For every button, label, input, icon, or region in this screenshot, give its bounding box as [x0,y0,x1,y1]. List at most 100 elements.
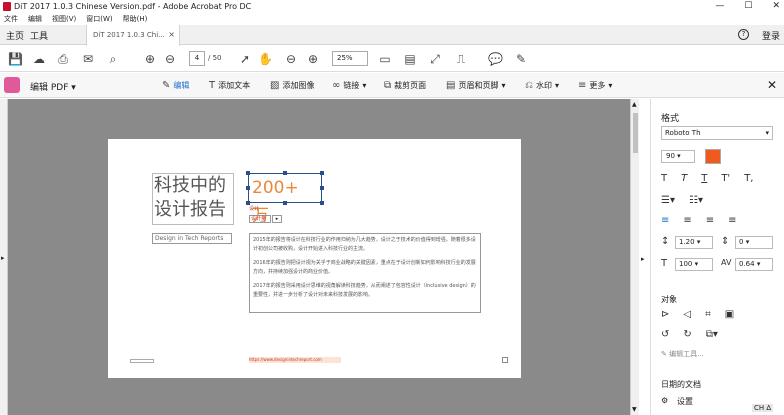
resize-handle[interactable] [246,186,250,190]
close-window-button[interactable]: ✕ [772,0,780,13]
menu-window[interactable]: 窗口(W) [86,13,112,25]
prev-page-icon[interactable]: ⊕ [143,52,157,66]
tag-button[interactable]: ▸ [272,215,282,223]
close-tab-icon[interactable]: × [168,25,175,45]
zoom-out-icon[interactable]: ⊖ [284,52,298,66]
scroll-up-icon[interactable]: ▲ [632,101,637,108]
maximize-button[interactable]: ☐ [744,0,752,13]
flip-vertical-icon[interactable]: ⊳ [661,309,669,320]
font-size-select[interactable]: 90 ▾ [661,150,695,163]
stamp-icon[interactable]: ⎍ [454,52,468,66]
rotate-left-icon[interactable]: ↺ [661,329,669,340]
collapse-right-panel-icon[interactable]: ▸ [641,255,645,263]
bullet-list-icon[interactable]: ☰▾ [661,195,675,206]
char-spacing-select[interactable]: 0.64 ▾ [735,258,773,271]
pdf-page[interactable]: 科技中的 设计报告 200+ 万 设计 设计量 ▸ Design in Tech… [108,139,521,378]
replace-image-icon[interactable]: ▣ [725,309,734,320]
add-image-button[interactable]: ▨ 添加图像 [270,80,314,91]
edit-pdf-label[interactable]: 编辑 PDF ▾ [30,80,76,93]
add-text-button[interactable]: T 添加文本 [209,80,250,91]
flip-horizontal-icon[interactable]: ◁ [683,309,691,320]
resize-handle[interactable] [320,171,324,175]
save-icon[interactable]: 💾 [8,52,23,66]
zoom-in-icon[interactable]: ⊕ [306,52,320,66]
align-right-icon[interactable]: ≡ [706,215,714,226]
crop-pages-button[interactable]: ⧉ 裁剪页面 [384,80,426,91]
crop-image-icon[interactable]: ⌗ [705,309,711,320]
arrange-icon[interactable]: ⧉▾ [706,329,718,340]
subscript-icon[interactable]: T, [744,173,753,184]
paragraph-spacing-select[interactable]: 0 ▾ [735,236,773,249]
zoom-select[interactable]: 25% [332,51,368,66]
link-button[interactable]: ∞ 链接 ▾ [332,80,366,91]
subtitle-text-box[interactable]: Design in Tech Reports [152,233,232,244]
scroll-down-icon[interactable]: ▼ [632,406,637,413]
tab-tools[interactable]: 工具 [30,29,48,42]
paragraph-text-box[interactable]: 2015年的报告将设计在科技行业的作用归纳为几大趋势，设计之于技术的价值得到增强… [249,233,481,313]
align-center-icon[interactable]: ≡ [683,215,691,226]
edit-using-tool[interactable]: ✎ 编辑工具... [661,349,704,359]
text-bold-icon[interactable]: T [661,173,667,184]
header-footer-button[interactable]: ▤ 页眉和页脚 ▾ [446,80,505,91]
scale-select[interactable]: 100 ▾ [675,258,713,271]
align-left-icon[interactable]: ≡ [661,215,669,226]
resize-handle[interactable] [246,171,250,175]
login-link[interactable]: 登录 [762,29,780,42]
numbered-list-icon[interactable]: ☷▾ [689,195,703,206]
footer-box[interactable] [130,359,154,363]
fit-page-icon[interactable]: ▭ [378,52,392,66]
settings-link[interactable]: 设置 [677,396,693,407]
print-icon[interactable]: ⎙ [56,52,70,66]
font-color-swatch[interactable] [705,149,721,164]
ime-indicator[interactable]: CH ∆ [752,404,774,412]
pen-icon[interactable]: ✎ [514,52,528,66]
menu-help[interactable]: 帮助(H) [123,13,148,25]
footer-link[interactable]: https://www.designintechreport.com [249,357,341,363]
resize-handle[interactable] [283,171,287,175]
scale-icon: T [661,258,668,269]
left-panel-toggle[interactable]: ▸ [0,99,8,415]
select-cursor-icon[interactable]: ➚ [238,52,252,66]
watermark-button[interactable]: ⎌ 水印 ▾ [525,80,559,91]
minimize-button[interactable]: — [715,0,724,13]
tag-box[interactable]: 设计量 [249,215,271,223]
text-underline-icon[interactable]: T [701,173,707,184]
help-icon[interactable]: ? [738,29,749,40]
upload-icon[interactable]: ☁ [32,52,46,66]
stat-text-box[interactable]: 200+ 万 [248,173,322,226]
paragraph-3: 2017年的报告则采用设计思维的视角解读科技趋势，从而阐述了包容性设计（incl… [253,283,476,298]
edit-button[interactable]: ✎ 编辑 [162,80,189,91]
superscript-icon[interactable]: T' [721,173,730,184]
next-page-icon[interactable]: ⊖ [163,52,177,66]
full-screen-icon[interactable]: ⤢ [428,52,442,66]
rotate-right-icon[interactable]: ↻ [683,329,691,340]
menu-edit[interactable]: 编辑 [28,13,42,25]
resize-handle[interactable] [320,201,324,205]
scroll-mode-icon[interactable]: ▤ [403,52,417,66]
scroll-thumb[interactable] [633,113,638,153]
tab-home[interactable]: 主页 [6,29,24,42]
settings-gear-icon[interactable]: ⚙ [661,396,668,405]
text-italic-icon[interactable]: T [681,173,687,184]
tab-document[interactable]: DiT 2017 1.0.3 Chi... × [86,25,180,46]
object-tools-row-1: ⊳ ◁ ⌗ ▣ [661,309,734,320]
comment-icon[interactable]: 💬 [488,52,503,66]
close-icon[interactable]: ✕ [767,78,777,92]
menu-file[interactable]: 文件 [4,13,18,25]
resize-handle[interactable] [283,201,287,205]
objects-section-title: 对象 [661,295,677,304]
page-number-input[interactable]: 4 [189,51,205,66]
more-button[interactable]: ≡ 更多 ▾ [578,80,612,91]
search-icon[interactable]: ⌕ [106,52,120,66]
font-select[interactable]: Roboto Th ▾ [661,126,773,140]
window-controls: — ☐ ✕ [715,0,780,13]
resize-handle[interactable] [320,186,324,190]
title-text-box[interactable]: 科技中的 设计报告 [152,173,234,225]
footer-page-box[interactable] [502,357,508,363]
vertical-scrollbar[interactable]: ▲ ▼ [630,99,639,415]
email-icon[interactable]: ✉ [81,52,95,66]
menu-view[interactable]: 视图(V) [52,13,76,25]
hand-tool-icon[interactable]: ✋ [258,52,273,66]
line-spacing-select[interactable]: 1.20 ▾ [675,236,713,249]
align-justify-icon[interactable]: ≡ [728,215,736,226]
